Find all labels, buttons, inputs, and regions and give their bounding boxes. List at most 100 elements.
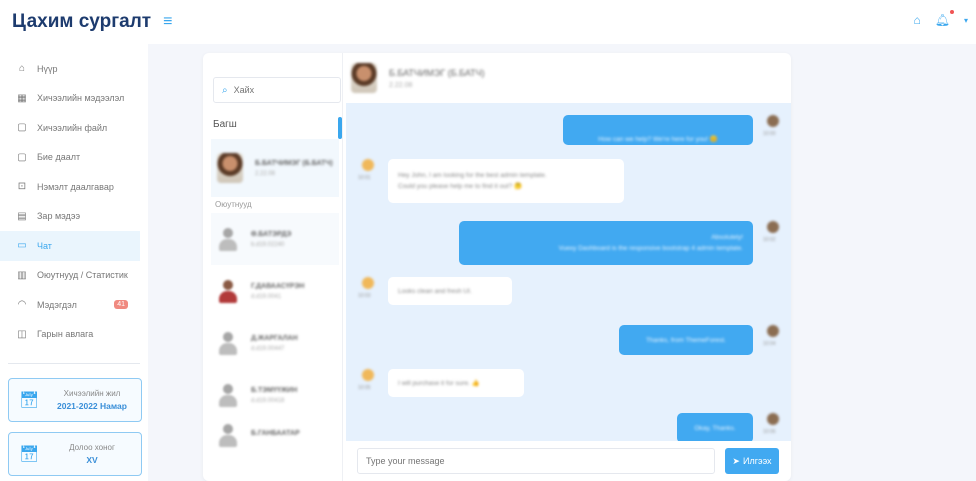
sidebar: ⌂ Нүүр ▦ Хичээлийн мэдээлэл ▢ Хичээлийн фай…	[0, 44, 148, 481]
sidebar-item-home[interactable]: ⌂ Нүүр	[0, 54, 140, 84]
chat-panel: ⌕ Багш Б.БАТЧИМЭГ (Б.БАТЧ) 2.22.08 Оюутн…	[203, 53, 791, 481]
contact-item[interactable]: Д.ЖАРГАЛАН d.d19.00447	[211, 317, 339, 369]
message-bubble: Thanks, from ThemeForest.	[619, 325, 753, 355]
avatar: 10:02	[763, 221, 781, 245]
contact-sub: d.d19.00447	[251, 345, 285, 352]
sidebar-item-notifications[interactable]: ◠ Мэдэгдэл 41	[0, 290, 140, 320]
book-icon: ◫	[17, 328, 27, 340]
contact-name: Б.ГАНБААТАР	[251, 429, 300, 437]
contact-item[interactable]: Б.ГАНБААТАР	[211, 415, 339, 455]
sidebar-item-label: Нүүр	[37, 63, 58, 74]
message-input[interactable]	[357, 448, 715, 474]
contact-item[interactable]: Ө.БАТЭРДЭ b.d19.02240	[211, 213, 339, 265]
sidebar-item-self-study[interactable]: ▢ Бие даалт	[0, 143, 140, 173]
avatar	[217, 382, 239, 408]
students-section-title: Оюутнууд	[215, 200, 252, 209]
message-bubble: Hey John, I am looking for the best admi…	[388, 159, 624, 203]
contact-sub: 2.22.08	[255, 170, 276, 177]
sidebar-item-label: Хичээлийн файл	[37, 122, 108, 133]
contact-item[interactable]: Г.ДАВААСҮРЭН d.d19.0041	[211, 265, 339, 317]
sidebar-item-label: Мэдэгдэл	[37, 299, 77, 310]
message-incoming: 10:03 Looks clean and fresh UI.	[358, 277, 512, 305]
sidebar-item-label: Гарын авлага	[37, 329, 94, 340]
week-value: XV	[86, 455, 98, 465]
scrollbar[interactable]	[338, 117, 342, 139]
bell-icon: ◠	[17, 299, 27, 311]
sidebar-item-label: Оюутнууд / Статистик	[37, 270, 128, 281]
file-icon: ▢	[17, 122, 27, 134]
chat-partner-name: Б.БАТЧИМЭГ (Б.БАТЧ)	[389, 67, 485, 78]
home-icon: ⌂	[18, 63, 26, 75]
sidebar-item-students[interactable]: ▥ Оюутнууд / Статистик	[0, 261, 140, 291]
contact-teacher[interactable]: Б.БАТЧИМЭГ (Б.БАТЧ) 2.22.08	[211, 139, 339, 197]
academic-year-value: 2021-2022 Намар	[57, 401, 127, 411]
sidebar-divider	[8, 363, 140, 364]
message-outgoing: How can we help? We're here for you! 😊 1…	[563, 115, 781, 145]
message-time: 10:00	[763, 131, 776, 137]
chat-partner-status: 2.22.08	[389, 81, 413, 89]
message-thread[interactable]: How can we help? We're here for you! 😊 1…	[346, 103, 791, 441]
message-outgoing: Thanks, from ThemeForest. 10:04	[619, 325, 781, 355]
avatar	[217, 330, 239, 356]
avatar	[217, 278, 239, 304]
message-text: Could you please help me to find it out?…	[398, 183, 523, 190]
week-label: Долоо хоног	[69, 443, 115, 452]
message-incoming: 10:05 I will purchase it for sure. 👍	[358, 369, 524, 397]
message-text: Hey John, I am looking for the best admi…	[398, 172, 547, 179]
news-icon: ▤	[17, 210, 27, 222]
message-outgoing: Okay, Thanks. 10:06	[677, 413, 781, 441]
message-bubble: How can we help? We're here for you! 😊	[563, 115, 753, 145]
top-bar: Цахим сургалт ≡ ⌂ 🔔︎ ▾	[0, 0, 976, 44]
week-card: 📅︎ Долоо хоног XV	[8, 432, 142, 476]
task-icon: ⊡	[17, 181, 27, 193]
message-text: Looks clean and fresh UI.	[398, 287, 472, 295]
message-text: Thanks, from ThemeForest.	[645, 336, 727, 344]
search-icon: ⌕	[222, 84, 228, 96]
sidebar-item-label: Бие даалт	[37, 152, 81, 163]
message-time: 10:05	[358, 385, 371, 391]
message-time: 10:02	[763, 237, 776, 243]
contact-name: Ө.БАТЭРДЭ	[251, 230, 292, 238]
sidebar-item-label: Нэмэлт даалгавар	[37, 181, 114, 192]
chat-icon: ▭	[17, 240, 27, 252]
sidebar-item-news[interactable]: ▤ Зар мэдээ	[0, 202, 140, 232]
sidebar-item-course-file[interactable]: ▢ Хичээлийн файл	[0, 113, 140, 143]
sidebar-item-chat[interactable]: ▭ Чат	[0, 231, 140, 261]
message-time: 10:06	[763, 429, 776, 435]
sidebar-item-manual[interactable]: ◫ Гарын авлага	[0, 320, 140, 350]
avatar	[217, 153, 243, 183]
message-bubble: Looks clean and fresh UI.	[388, 277, 512, 305]
message-text: Absolutely!	[711, 234, 743, 241]
sidebar-nav: ⌂ Нүүр ▦ Хичээлийн мэдээлэл ▢ Хичээлийн фай…	[0, 44, 148, 349]
avatar: 10:03	[358, 277, 376, 301]
contact-name: Д.ЖАРГАЛАН	[251, 334, 298, 342]
top-right-actions: ⌂ 🔔︎ ▾	[914, 10, 968, 27]
message-text: Vuexy Dashboard is the responsive bootst…	[558, 245, 743, 252]
message-time: 10:04	[763, 341, 776, 347]
contact-name: Г.ДАВААСҮРЭН	[251, 282, 305, 290]
contact-name: Б.ТЭМҮҮЖИН	[251, 386, 298, 394]
chevron-down-icon[interactable]: ▾	[964, 16, 968, 25]
table-icon: ▦	[17, 92, 27, 104]
message-bubble: Okay, Thanks.	[677, 413, 753, 441]
brand-title[interactable]: Цахим сургалт	[12, 11, 151, 33]
sidebar-item-label: Чат	[37, 240, 52, 251]
search-input[interactable]	[233, 85, 324, 95]
hamburger-icon[interactable]: ≡	[163, 13, 172, 31]
academic-year-card: 📅︎ Хичээлийн жил 2021-2022 Намар	[8, 378, 142, 422]
sidebar-item-course-info[interactable]: ▦ Хичээлийн мэдээлэл	[0, 84, 140, 114]
avatar	[351, 63, 377, 93]
contact-name: Б.БАТЧИМЭГ (Б.БАТЧ)	[255, 159, 333, 167]
home-icon[interactable]: ⌂	[914, 13, 921, 27]
bell-icon[interactable]: 🔔︎	[935, 10, 954, 27]
contact-sub: d.d19.00418	[251, 397, 285, 404]
sidebar-item-extra-task[interactable]: ⊡ Нэмэлт даалгавар	[0, 172, 140, 202]
sidebar-item-label: Хичээлийн мэдээлэл	[37, 93, 125, 104]
academic-year-label: Хичээлийн жил	[63, 389, 121, 398]
send-button[interactable]: ➤ Илгээх	[725, 448, 779, 474]
sidebar-item-label: Зар мэдээ	[37, 211, 81, 222]
bar-chart-icon: ▥	[17, 269, 27, 281]
avatar: 10:05	[358, 369, 376, 393]
message-time: 10:03	[358, 293, 371, 299]
contact-item[interactable]: Б.ТЭМҮҮЖИН d.d19.00418	[211, 369, 339, 421]
